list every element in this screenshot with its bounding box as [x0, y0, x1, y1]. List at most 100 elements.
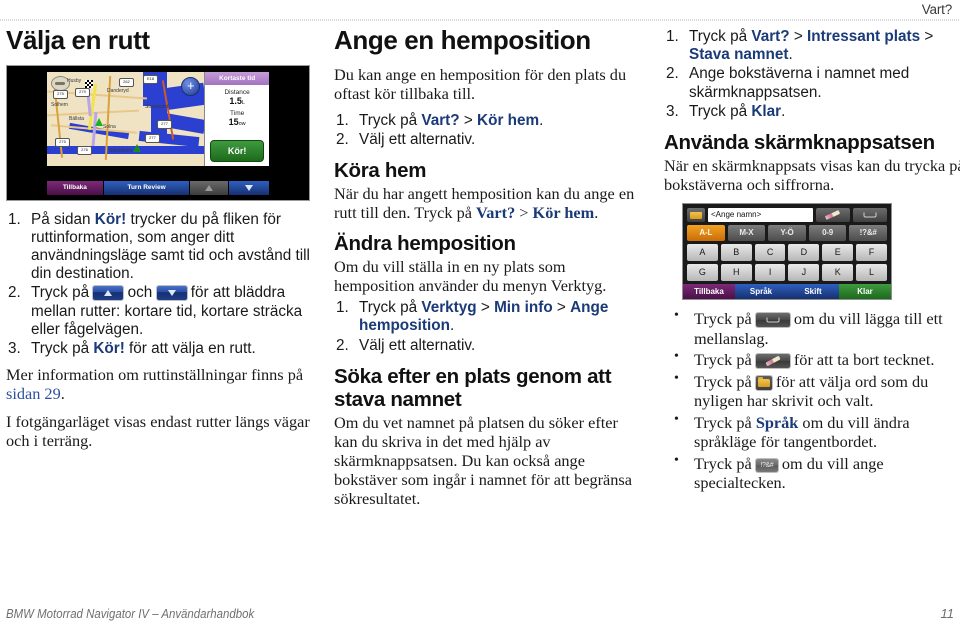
- page-number: 11: [940, 606, 955, 621]
- map-label: Danderyd: [107, 87, 129, 94]
- folder-icon: [690, 212, 702, 220]
- name-input-field[interactable]: <Ange namn>: [708, 208, 813, 223]
- keyboard-klar-button[interactable]: Klar: [839, 284, 891, 300]
- heading-drive-home: Köra hem: [334, 159, 427, 183]
- menu-separator: >: [476, 299, 495, 317]
- arrow-up-icon: [205, 184, 214, 191]
- page-title: Välja en rutt: [6, 25, 150, 55]
- arrow-down-icon: [245, 184, 254, 191]
- vehicle-marker-icon: [95, 117, 103, 126]
- back-button[interactable]: Tillbaka: [47, 180, 104, 195]
- time-value: 15ow: [205, 117, 269, 127]
- turn-review-button[interactable]: Turn Review: [103, 180, 191, 195]
- backspace-key-icon: [755, 354, 790, 369]
- paragraph-drive-home: När du har angett hemposition kan du ang…: [334, 184, 638, 222]
- map-canvas: + 262 E18 279 275 277 277 275 276 Husby …: [47, 71, 205, 166]
- paragraph-change-home: Om du vill ställa in en ny plats som hem…: [334, 257, 607, 296]
- recent-words-folder-button[interactable]: [687, 208, 705, 223]
- list-item-number: 1.: [666, 28, 679, 45]
- map-label: Solhem: [51, 101, 68, 108]
- paragraph-set-home: Du kan ange en hemposition för den plats…: [334, 64, 627, 103]
- keyboard-tabs-row: A-L M-X Y-Ö 0-9 !?&#: [687, 225, 887, 242]
- column-one: Välja en rutt + 262 E18 279 275 277 277 …: [6, 26, 310, 583]
- ui-term: Klar: [751, 102, 782, 120]
- keyboard-tillbaka-button[interactable]: Tillbaka: [683, 284, 735, 300]
- distance-number: 1.5: [229, 95, 242, 106]
- scroll-down-button[interactable]: [229, 180, 269, 195]
- folder-icon: [757, 376, 770, 387]
- manual-page: Vart? Välja en rutt + 262 E18 279 275 27…: [0, 0, 960, 633]
- keyboard-tab-y[interactable]: Y-Ö: [768, 225, 806, 242]
- column-two: Ange en hemposition Du kan ange en hempo…: [334, 26, 638, 583]
- keyboard-skift-button[interactable]: Skift: [787, 284, 839, 300]
- keyboard-sprk-button[interactable]: Språk: [735, 284, 787, 300]
- route-shield: 275: [53, 89, 68, 99]
- eraser-icon: [824, 210, 841, 221]
- footer-title: BMW Motorrad Navigator IV – Användarhand…: [6, 606, 255, 621]
- keyboard-key-h[interactable]: H: [720, 264, 752, 282]
- keyboard-key-d[interactable]: D: [788, 244, 820, 262]
- keyboard-key-a[interactable]: A: [687, 244, 718, 262]
- menu-kor-hem: Kör hem: [532, 203, 595, 223]
- keyboard-key-j[interactable]: J: [788, 264, 820, 282]
- gps-onscreen-keyboard-screenshot: <Ange namn> A-L M-X Y-Ö 0-9 !?&# ABCDEF GHIJ…: [682, 203, 892, 301]
- keyboard-key-l[interactable]: L: [856, 264, 887, 282]
- route-steps-list: 1. På sidan Kör! trycker du på fliken för…: [6, 211, 310, 359]
- list-item-number: 2.: [336, 130, 349, 148]
- ui-term: Verktyg: [421, 299, 477, 317]
- route-shield: 279: [75, 87, 90, 97]
- route-shield: 277: [157, 119, 172, 129]
- space-button[interactable]: [853, 208, 887, 223]
- ui-term: Vart?: [421, 111, 460, 129]
- list-item: Tryck på om du vill lägga till ett mella…: [664, 308, 960, 348]
- map-label: Stockholm: [109, 147, 133, 154]
- go-button[interactable]: Kör!: [210, 139, 264, 162]
- keyboard-key-g[interactable]: G: [687, 264, 718, 282]
- keyboard-key-f[interactable]: F: [856, 244, 887, 262]
- change-home-steps-list: 1. Tryck på Verktyg > Min info > Ange hem…: [334, 299, 638, 355]
- keyboard-key-k[interactable]: K: [822, 264, 854, 282]
- paragraph-search-spell: Om du vet namnet på platsen du söker eft…: [334, 412, 632, 509]
- menu-separator: >: [459, 111, 478, 129]
- scroll-up-button[interactable]: [190, 180, 230, 195]
- list-item: 1. Tryck på Vart? > Kör hem.: [336, 111, 544, 129]
- arrow-down-key-icon: [156, 286, 187, 301]
- gps-screen: + 262 E18 279 275 277 277 275 276 Husby …: [47, 71, 269, 180]
- menu-separator: >: [552, 299, 571, 317]
- list-item-number: 1.: [8, 210, 21, 228]
- heading-set-home: Ange en hemposition: [334, 25, 591, 55]
- keyboard-tab-al[interactable]: A-L: [687, 225, 725, 242]
- keyboard-tab-09[interactable]: 0-9: [808, 225, 847, 242]
- list-item: 1. Tryck på Vart? > Intressant plats > St…: [666, 28, 934, 64]
- three-column-layout: Välja en rutt + 262 E18 279 275 277 277 …: [6, 26, 960, 583]
- distance-unit: L: [241, 99, 245, 106]
- ui-term: Min info: [494, 299, 553, 317]
- map-label: Husby: [67, 77, 82, 84]
- distance-label: Distance: [224, 88, 250, 96]
- keyboard-key-i[interactable]: I: [754, 264, 786, 282]
- ui-term: Stava namnet: [689, 46, 789, 64]
- keyboard-key-c[interactable]: C: [754, 244, 786, 262]
- vehicle-marker-icon: [133, 143, 141, 152]
- gps-route-preview-screenshot: + 262 E18 279 275 277 277 275 276 Husby …: [6, 64, 310, 201]
- time-unit: ow: [238, 120, 246, 127]
- route-shield: E18: [143, 74, 158, 84]
- ui-term: Kör!: [94, 210, 127, 228]
- menu-vart: Vart?: [476, 203, 516, 223]
- page-reference-link[interactable]: sidan 29: [6, 384, 61, 403]
- keyboard-tab-[interactable]: !?&#: [849, 225, 887, 242]
- route-type-label: Kortaste tid: [205, 71, 269, 85]
- destination-flag-icon: [85, 79, 93, 88]
- space-key-icon: [755, 313, 790, 328]
- keyboard-tab-mx[interactable]: M-X: [727, 225, 766, 242]
- keyboard-key-e[interactable]: E: [822, 244, 854, 262]
- keyboard-key-b[interactable]: B: [720, 244, 752, 262]
- list-item: 1. Tryck på Verktyg > Min info > Ange hem…: [336, 299, 609, 335]
- header-divider: [0, 19, 960, 21]
- backspace-button[interactable]: [816, 208, 850, 223]
- heading-change-home: Ändra hemposition: [334, 232, 516, 256]
- ui-term: Kör hem: [477, 111, 540, 129]
- zoom-in-button[interactable]: +: [181, 76, 201, 96]
- map-label: Solna: [103, 123, 116, 130]
- route-shield: 262: [119, 77, 134, 87]
